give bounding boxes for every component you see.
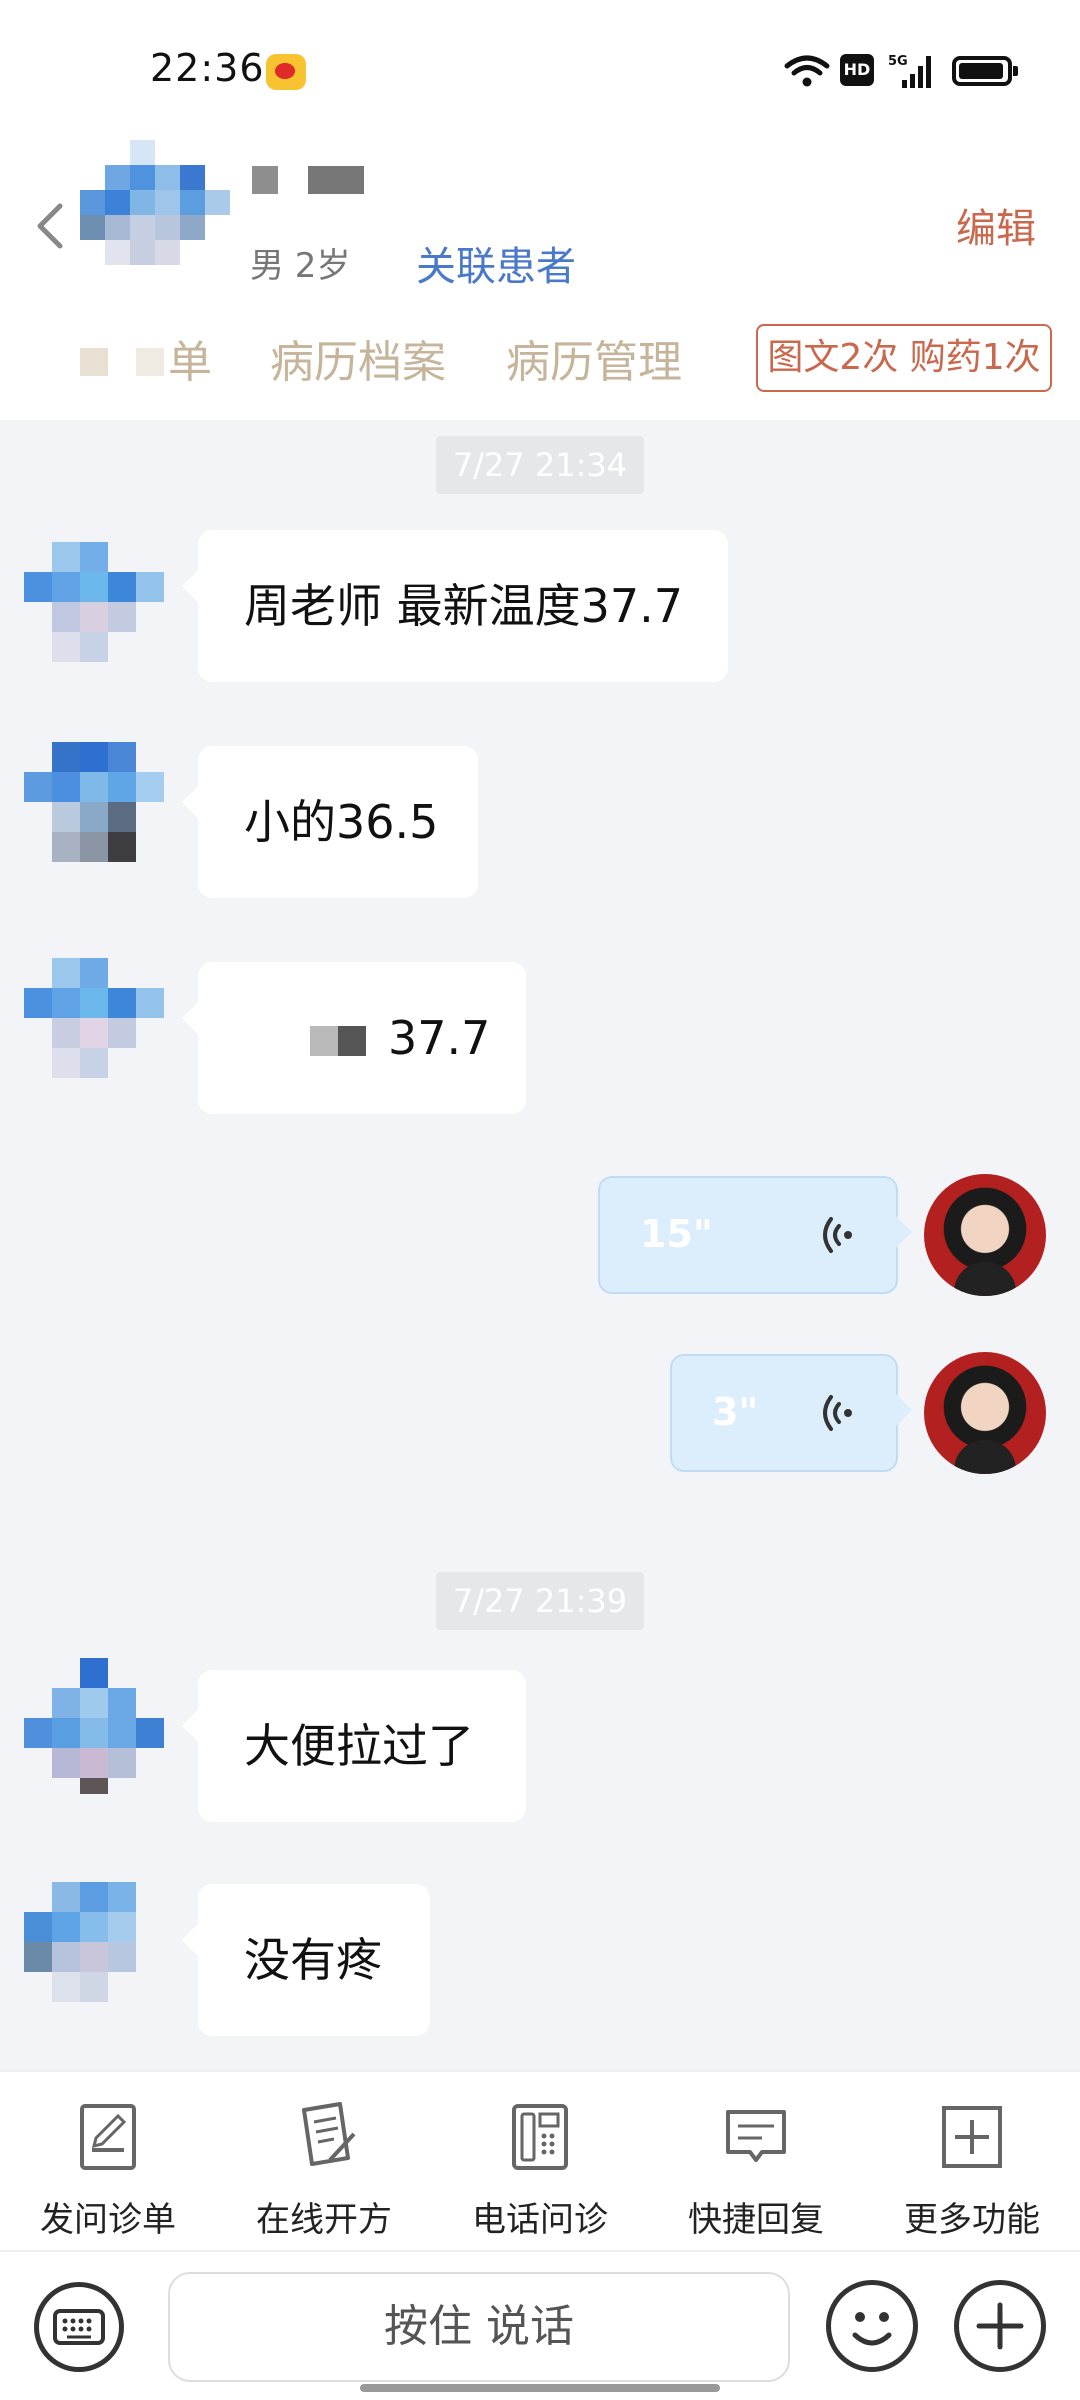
message-bubble[interactable]: 37.7: [182, 962, 526, 1114]
tab-record-management[interactable]: 病历管理: [506, 326, 682, 390]
status-bar: 22:36 HD 5G: [0, 0, 1080, 140]
keyboard-icon: [53, 2309, 105, 2345]
more-plus-icon: [942, 2106, 1002, 2168]
online-prescription-button[interactable]: 在线开方: [216, 2072, 432, 2252]
chat-messages[interactable]: 7/27 21:34 周老师 最新温度37.7 小的36.5 37.7 15" …: [0, 420, 1080, 2070]
patient-msg-avatar[interactable]: [24, 542, 168, 662]
redacted-text: [338, 1026, 366, 1056]
add-attachment-icon[interactable]: [954, 2280, 1046, 2372]
voice-duration: 3": [712, 1390, 759, 1434]
network-type: 5G: [888, 54, 908, 69]
plus-icon: [976, 2302, 1024, 2350]
func-label: 快捷回复: [688, 2200, 824, 2240]
more-functions-button[interactable]: 更多功能: [864, 2072, 1080, 2252]
function-bar: 发问诊单 在线开方 电话问诊 快捷回复 更多功能: [0, 2070, 1080, 2250]
redacted-text: [310, 1026, 338, 1056]
patient-msg-avatar[interactable]: [24, 1882, 168, 2002]
voice-message[interactable]: 3": [670, 1354, 912, 1472]
status-time: 22:36: [150, 46, 265, 90]
signal-icon: 5G: [888, 54, 931, 88]
emoji-icon[interactable]: [826, 2280, 918, 2372]
patient-gender-age: 男 2岁: [250, 246, 351, 286]
message-bubble[interactable]: 大便拉过了: [182, 1670, 526, 1822]
patient-avatar[interactable]: [80, 140, 230, 290]
hd-icon: HD: [840, 54, 874, 86]
message-bubble[interactable]: 没有疼: [182, 1884, 430, 2036]
keyboard-toggle-icon[interactable]: [34, 2282, 124, 2372]
send-questionnaire-button[interactable]: 发问诊单: [0, 2072, 216, 2252]
weibo-notification-icon: [266, 54, 306, 90]
patient-msg-avatar[interactable]: [24, 958, 168, 1078]
input-bar: 按住 说话: [0, 2250, 1080, 2400]
battery-icon: [952, 56, 1018, 86]
hold-to-talk-button[interactable]: 按住 说话: [168, 2272, 790, 2382]
doctor-avatar[interactable]: [924, 1174, 1046, 1296]
voice-wave-icon: [823, 1395, 852, 1431]
phone-consult-button[interactable]: 电话问诊: [432, 2072, 648, 2252]
voice-message[interactable]: 15": [598, 1176, 912, 1294]
tab-medical-records[interactable]: 病历档案: [270, 326, 446, 390]
smile-face-icon: [852, 2312, 892, 2346]
back-arrow-icon[interactable]: [30, 198, 70, 254]
phone-icon: [512, 2104, 568, 2170]
message-bubble[interactable]: 小的36.5: [182, 746, 478, 898]
timestamp: 7/27 21:39: [436, 1572, 644, 1630]
patient-msg-avatar[interactable]: [24, 742, 168, 862]
voice-wave-icon: [823, 1217, 852, 1253]
func-label: 在线开方: [256, 2200, 392, 2240]
quick-reply-icon: [726, 2110, 786, 2162]
consult-stats-badge: 图文2次 购药1次: [756, 324, 1052, 392]
prescription-icon: [302, 2102, 356, 2166]
home-indicator[interactable]: [360, 2384, 720, 2392]
func-label: 更多功能: [904, 2200, 1040, 2240]
edit-button[interactable]: 编辑: [956, 196, 1036, 254]
func-label: 发问诊单: [40, 2200, 176, 2240]
func-label: 电话问诊: [472, 2200, 608, 2240]
doctor-avatar[interactable]: [924, 1352, 1046, 1474]
patient-msg-avatar[interactable]: [24, 1658, 168, 1794]
top-panel: 22:36 HD 5G 男 2岁 关联患者 编辑 单 病历档案 病历管理 图文2…: [0, 0, 1080, 420]
wifi-icon: [784, 55, 830, 87]
tab-order[interactable]: 单: [168, 326, 212, 390]
timestamp: 7/27 21:34: [436, 436, 644, 494]
voice-duration: 15": [640, 1212, 713, 1256]
questionnaire-icon: [80, 2104, 136, 2170]
quick-reply-button[interactable]: 快捷回复: [648, 2072, 864, 2252]
patient-name-redacted: [252, 166, 372, 196]
link-patient-button[interactable]: 关联患者: [416, 234, 576, 292]
conversation-header: 男 2岁 关联患者 编辑 单 病历档案 病历管理 图文2次 购药1次: [0, 140, 1080, 420]
message-bubble[interactable]: 周老师 最新温度37.7: [182, 530, 728, 682]
message-text: 37.7: [388, 1011, 491, 1065]
